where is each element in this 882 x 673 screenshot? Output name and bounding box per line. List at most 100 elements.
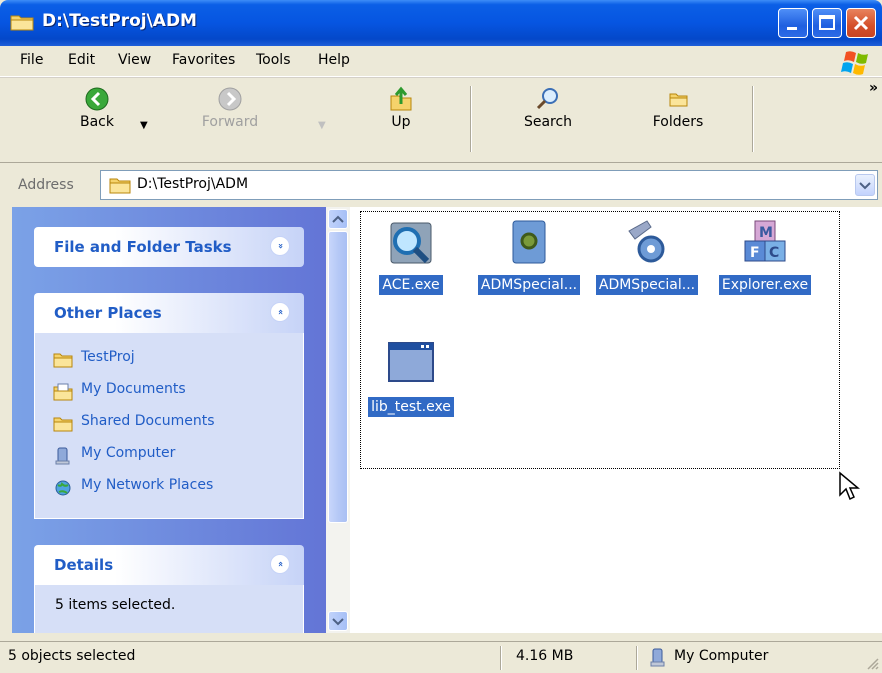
other-places-body: TestProj My Documents Shared Documents M… — [34, 333, 304, 519]
my-documents-icon — [53, 383, 73, 401]
forward-dropdown-arrow: ▼ — [318, 120, 326, 131]
back-dropdown-arrow[interactable]: ▼ — [140, 120, 148, 131]
status-selection: 5 objects selected — [8, 648, 136, 664]
folders-label: Folders — [652, 114, 704, 130]
place-link-testproj[interactable]: TestProj — [35, 343, 303, 375]
address-label: Address — [18, 177, 74, 193]
forward-button[interactable]: Forward — [180, 82, 280, 130]
mfc-blocks-icon: M F C — [744, 220, 786, 262]
file-item[interactable]: ADMSpecial... — [470, 217, 588, 295]
folder-up-icon — [390, 86, 412, 111]
details-header[interactable]: Details « — [34, 545, 304, 585]
minimize-button[interactable] — [778, 8, 808, 38]
gear-tools-icon — [628, 220, 665, 263]
scroll-up-button[interactable] — [328, 209, 348, 229]
place-link-shared-documents[interactable]: Shared Documents — [35, 407, 303, 439]
folders-button[interactable]: Folders — [642, 82, 714, 130]
folders-icon — [669, 93, 688, 107]
status-divider — [500, 646, 502, 670]
search-label: Search — [523, 114, 573, 130]
file-folder-tasks-header[interactable]: File and Folder Tasks » — [34, 227, 304, 267]
place-label: My Computer — [81, 445, 176, 461]
details-text: 5 items selected. — [55, 597, 176, 613]
menu-favorites[interactable]: Favorites — [172, 52, 235, 68]
chevron-down-icon — [332, 618, 344, 626]
file-folder-tasks-group: File and Folder Tasks » — [34, 227, 304, 267]
up-button[interactable]: Up — [376, 82, 426, 130]
place-label: TestProj — [81, 349, 135, 365]
folder-icon — [109, 178, 131, 194]
close-button[interactable] — [846, 8, 876, 38]
windows-logo-icon — [841, 51, 868, 75]
menu-file[interactable]: File — [20, 52, 43, 68]
toolbar-separator — [470, 86, 472, 152]
svg-text:M: M — [759, 225, 773, 241]
place-link-my-computer[interactable]: My Computer — [35, 439, 303, 471]
place-label: My Documents — [81, 381, 186, 397]
other-places-header[interactable]: Other Places « — [34, 293, 304, 333]
explorer-window: D:\TestProj\ADM File Edit View Favorites… — [0, 0, 882, 673]
status-location: My Computer — [674, 648, 769, 664]
address-input[interactable]: D:\TestProj\ADM — [100, 170, 878, 200]
file-item[interactable]: ADMSpecial... — [588, 217, 706, 295]
back-arrow-icon — [85, 87, 109, 111]
search-button[interactable]: Search — [512, 82, 584, 130]
back-button[interactable]: Back — [62, 82, 132, 130]
title-bar[interactable]: D:\TestProj\ADM — [0, 0, 882, 46]
file-name: ACE.exe — [379, 275, 443, 295]
network-globe-icon — [55, 480, 71, 496]
status-divider — [636, 646, 638, 670]
minimize-icon — [787, 27, 797, 30]
mouse-cursor-icon — [839, 471, 860, 501]
file-name: ADMSpecial... — [595, 275, 699, 295]
gear-document-icon — [512, 220, 546, 264]
file-list-view[interactable]: ACE.exe ADMSpecial... ADMSpecial... M F — [350, 207, 882, 633]
search-icon — [536, 88, 558, 110]
maximize-button[interactable] — [812, 8, 842, 38]
close-icon — [853, 15, 869, 31]
address-dropdown-button[interactable] — [855, 174, 875, 196]
menu-help[interactable]: Help — [318, 52, 350, 68]
file-folder-tasks-title: File and Folder Tasks — [54, 238, 232, 256]
task-pane-scrollbar[interactable] — [326, 207, 350, 633]
up-label: Up — [391, 114, 411, 130]
details-group: Details « 5 items selected. — [34, 545, 304, 633]
magnifier-app-icon — [390, 222, 432, 264]
file-item[interactable]: M F C Explorer.exe — [706, 217, 824, 295]
menu-view[interactable]: View — [118, 52, 151, 68]
place-label: My Network Places — [81, 477, 214, 493]
window-title: D:\TestProj\ADM — [42, 11, 197, 31]
place-link-my-network-places[interactable]: My Network Places — [35, 471, 303, 503]
details-title: Details — [54, 556, 114, 574]
scroll-down-button[interactable] — [328, 611, 348, 631]
file-item[interactable]: ACE.exe — [352, 217, 470, 295]
resize-grip-icon[interactable] — [866, 657, 880, 671]
address-value: D:\TestProj\ADM — [137, 176, 249, 192]
place-link-my-documents[interactable]: My Documents — [35, 375, 303, 407]
file-name: lib_test.exe — [368, 397, 454, 417]
toolbar-overflow-chevron[interactable]: » — [869, 80, 878, 96]
collapse-chevron-icon[interactable]: « — [270, 302, 290, 322]
expand-chevron-icon[interactable]: » — [270, 236, 290, 256]
folder-icon — [53, 417, 73, 432]
menu-edit[interactable]: Edit — [68, 52, 95, 68]
scroll-thumb[interactable] — [328, 231, 348, 523]
toolbar-separator — [752, 86, 754, 152]
other-places-group: Other Places « TestProj My Documents Sha… — [34, 293, 304, 519]
standard-toolbar: Back ▼ Forward ▼ Up Search Folders » — [0, 77, 882, 163]
application-window-icon — [388, 342, 434, 382]
menu-tools[interactable]: Tools — [256, 52, 291, 68]
my-computer-icon — [650, 648, 665, 667]
menu-bar: File Edit View Favorites Tools Help — [0, 46, 882, 77]
chevron-up-icon — [332, 215, 344, 223]
back-label: Back — [80, 114, 114, 130]
status-bar: 5 objects selected 4.16 MB My Computer — [0, 641, 882, 673]
forward-arrow-icon — [218, 87, 242, 111]
place-label: Shared Documents — [81, 413, 215, 429]
task-pane: File and Folder Tasks » Other Places « T… — [12, 207, 326, 633]
status-size: 4.16 MB — [516, 648, 574, 664]
collapse-chevron-icon[interactable]: « — [270, 554, 290, 574]
file-item[interactable]: lib_test.exe — [352, 339, 470, 417]
chevron-down-icon — [859, 182, 871, 190]
folder-icon — [10, 15, 34, 31]
